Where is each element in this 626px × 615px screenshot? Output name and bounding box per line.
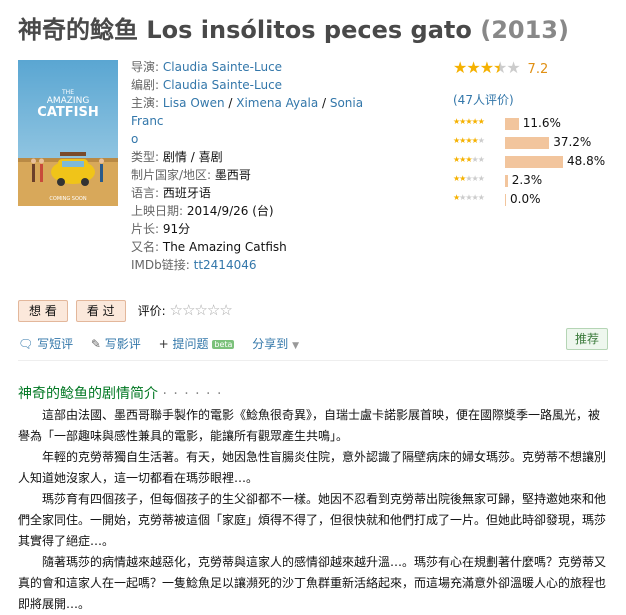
pencil-icon: ✎ xyxy=(90,337,101,351)
mini-stars-icon: ★★★★★ xyxy=(453,136,485,145)
genre-label: 类型: xyxy=(131,150,160,164)
title-original: Los insólitos peces gato xyxy=(146,16,472,44)
genre-separator: / xyxy=(186,150,199,164)
tool-links: 🗨 写短评 ✎ 写影评 + 提问题 beta 分享到 ▼ xyxy=(18,335,313,352)
synopsis-paragraph: 瑪莎育有四個孩子，但每個孩子的生父卻都不一樣。她因不忍看到克勞蒂出院後無家可歸，… xyxy=(18,492,607,548)
mini-stars-icon: ★★★★★ xyxy=(453,117,485,126)
language-label: 语言: xyxy=(131,186,160,200)
writer-row: 编剧: Claudia Sainte-Luce xyxy=(131,76,383,94)
cast-row: 主演: Lisa Owen / Ximena Ayala / Sonia Fra… xyxy=(131,94,383,148)
write-review-link[interactable]: ✎ 写影评 xyxy=(91,337,141,351)
genre-1: 剧情 xyxy=(162,150,187,164)
synopsis-heading: 神奇的鲶鱼的剧情简介 · · · · · · xyxy=(18,383,222,403)
rating-percent: 0.0% xyxy=(510,192,541,206)
synopsis-heading-dots: · · · · · · xyxy=(162,386,223,402)
want-to-see-button[interactable]: 想 看 xyxy=(18,300,68,322)
release-label: 上映日期: xyxy=(131,204,184,218)
mini-stars-icon: ★★★★★ xyxy=(453,155,485,164)
cast-separator: / xyxy=(318,96,330,110)
rating-score: 7.2 xyxy=(527,62,549,77)
plus-icon: + xyxy=(158,337,169,351)
poster-footer: COMING SOON xyxy=(49,196,86,202)
runtime-value: 91分 xyxy=(162,222,191,236)
star-filled-icon: ★★★ xyxy=(453,58,494,77)
language-value: 西班牙语 xyxy=(162,186,211,200)
votes-link[interactable]: (47人评价) xyxy=(453,91,514,108)
poster-text-catfish: CATFISH xyxy=(37,105,98,120)
mini-stars-icon: ★★★★★ xyxy=(453,174,485,183)
director-row: 导演: Claudia Sainte-Luce xyxy=(131,58,383,76)
share-label: 分享到 xyxy=(252,337,289,351)
writer-link[interactable]: Claudia Sainte-Luce xyxy=(163,78,282,92)
title-chinese: 神奇的鲶鱼 xyxy=(18,16,138,44)
mini-stars-icon: ★★★★★ xyxy=(453,193,485,202)
cast-link-1[interactable]: Lisa Owen xyxy=(163,96,225,110)
rating-percent: 11.6% xyxy=(522,116,561,130)
cast-link-3-cont[interactable]: o xyxy=(131,132,138,146)
divider xyxy=(18,360,608,361)
recommend-button[interactable]: 推荐 xyxy=(566,328,609,350)
country-label: 制片国家/地区: xyxy=(131,168,212,182)
share-dropdown[interactable]: 分享到 ▼ xyxy=(252,337,299,351)
rating-percent: 48.8% xyxy=(567,154,606,168)
director-label: 导演: xyxy=(131,60,160,74)
cast-label: 主演: xyxy=(131,96,160,110)
ask-question-link[interactable]: + 提问题 beta xyxy=(159,337,235,351)
release-value: 2014/9/26 (台) xyxy=(186,204,274,218)
star-empty-icon: ★ xyxy=(506,58,520,77)
rating-stars: ★★★★★ xyxy=(453,58,521,77)
aka-label: 又名: xyxy=(131,240,160,254)
beta-badge: beta xyxy=(212,340,235,349)
star-half-icon: ★ xyxy=(493,58,507,77)
runtime-label: 片长: xyxy=(131,222,160,236)
poster-image: THE AMAZING CATFISH COMING SOON xyxy=(18,60,118,206)
synopsis-paragraph: 這部由法國、墨西哥聯手製作的電影《鯰魚很奇異》，自瑞士盧卡諾影展首映，便在國際獎… xyxy=(18,408,601,443)
country-value: 墨西哥 xyxy=(214,168,251,182)
rating-percent: 2.3% xyxy=(511,173,543,187)
rate-label: 评价: xyxy=(137,304,166,318)
rating-percent: 37.2% xyxy=(553,135,592,149)
page-title: 神奇的鲶鱼 Los insólitos peces gato (2013) xyxy=(18,10,569,45)
synopsis-paragraph: 隨著瑪莎的病情越來越惡化，克勞蒂與這家人的感情卻越來越升溫…。瑪莎有心在規劃著什… xyxy=(18,555,607,611)
movie-info: 导演: Claudia Sainte-Luce 编剧: Claudia Sain… xyxy=(131,58,383,274)
user-actions: 想 看看 过评价: ☆☆☆☆☆ xyxy=(18,300,233,322)
synopsis-body: 這部由法國、墨西哥聯手製作的電影《鯰魚很奇異》，自瑞士盧卡諾影展首映，便在國際獎… xyxy=(18,405,608,615)
caret-down-icon: ▼ xyxy=(292,341,300,351)
movie-poster[interactable]: THE AMAZING CATFISH COMING SOON xyxy=(18,60,118,206)
title-year: (2013) xyxy=(480,16,569,44)
release-row: 上映日期: 2014/9/26 (台) xyxy=(131,202,383,220)
synopsis-paragraph: 年輕的克勞蒂獨自生活著。有天，她因急性盲腸炎住院，意外認識了隔壁病床的婦女瑪莎。… xyxy=(18,450,607,485)
cast-link-2[interactable]: Ximena Ayala xyxy=(236,96,318,110)
director-link[interactable]: Claudia Sainte-Luce xyxy=(163,60,282,74)
synopsis-heading-text: 神奇的鲶鱼的剧情简介 xyxy=(18,386,158,402)
rate-stars-input[interactable]: ☆☆☆☆☆ xyxy=(170,301,233,319)
genre-2: 喜剧 xyxy=(198,150,223,164)
rating-bar xyxy=(505,156,563,168)
poster-text-the: THE xyxy=(61,89,74,96)
runtime-row: 片长: 91分 xyxy=(131,220,383,238)
country-row: 制片国家/地区: 墨西哥 xyxy=(131,166,383,184)
rating-bar xyxy=(505,175,508,187)
writer-label: 编剧: xyxy=(131,78,160,92)
genre-row: 类型: 剧情 / 喜剧 xyxy=(131,148,383,166)
rating-bar xyxy=(505,137,550,149)
write-short-review-label: 写短评 xyxy=(37,337,74,351)
imdb-link[interactable]: tt2414046 xyxy=(194,258,257,272)
rating-section: ★★★★★ 7.2 (47人评价) ★★★★★ 11.6% ★★★★★ 37.2% ★★… xyxy=(453,58,623,206)
write-short-review-link[interactable]: 🗨 写短评 xyxy=(18,337,73,351)
aka-row: 又名: The Amazing Catfish xyxy=(131,238,383,256)
rating-bar xyxy=(505,194,506,206)
aka-value: The Amazing Catfish xyxy=(162,240,287,254)
imdb-row: IMDb链接: tt2414046 xyxy=(131,256,383,274)
language-row: 语言: 西班牙语 xyxy=(131,184,383,202)
comment-icon: 🗨 xyxy=(18,337,34,351)
ask-question-label: 提问题 xyxy=(172,337,209,351)
rating-summary: ★★★★★ 7.2 xyxy=(453,58,623,77)
imdb-label: IMDb链接: xyxy=(131,258,190,272)
have-seen-button[interactable]: 看 过 xyxy=(75,300,126,322)
rating-bar xyxy=(505,118,519,130)
cast-separator: / xyxy=(224,96,237,110)
write-review-label: 写影评 xyxy=(104,337,141,351)
